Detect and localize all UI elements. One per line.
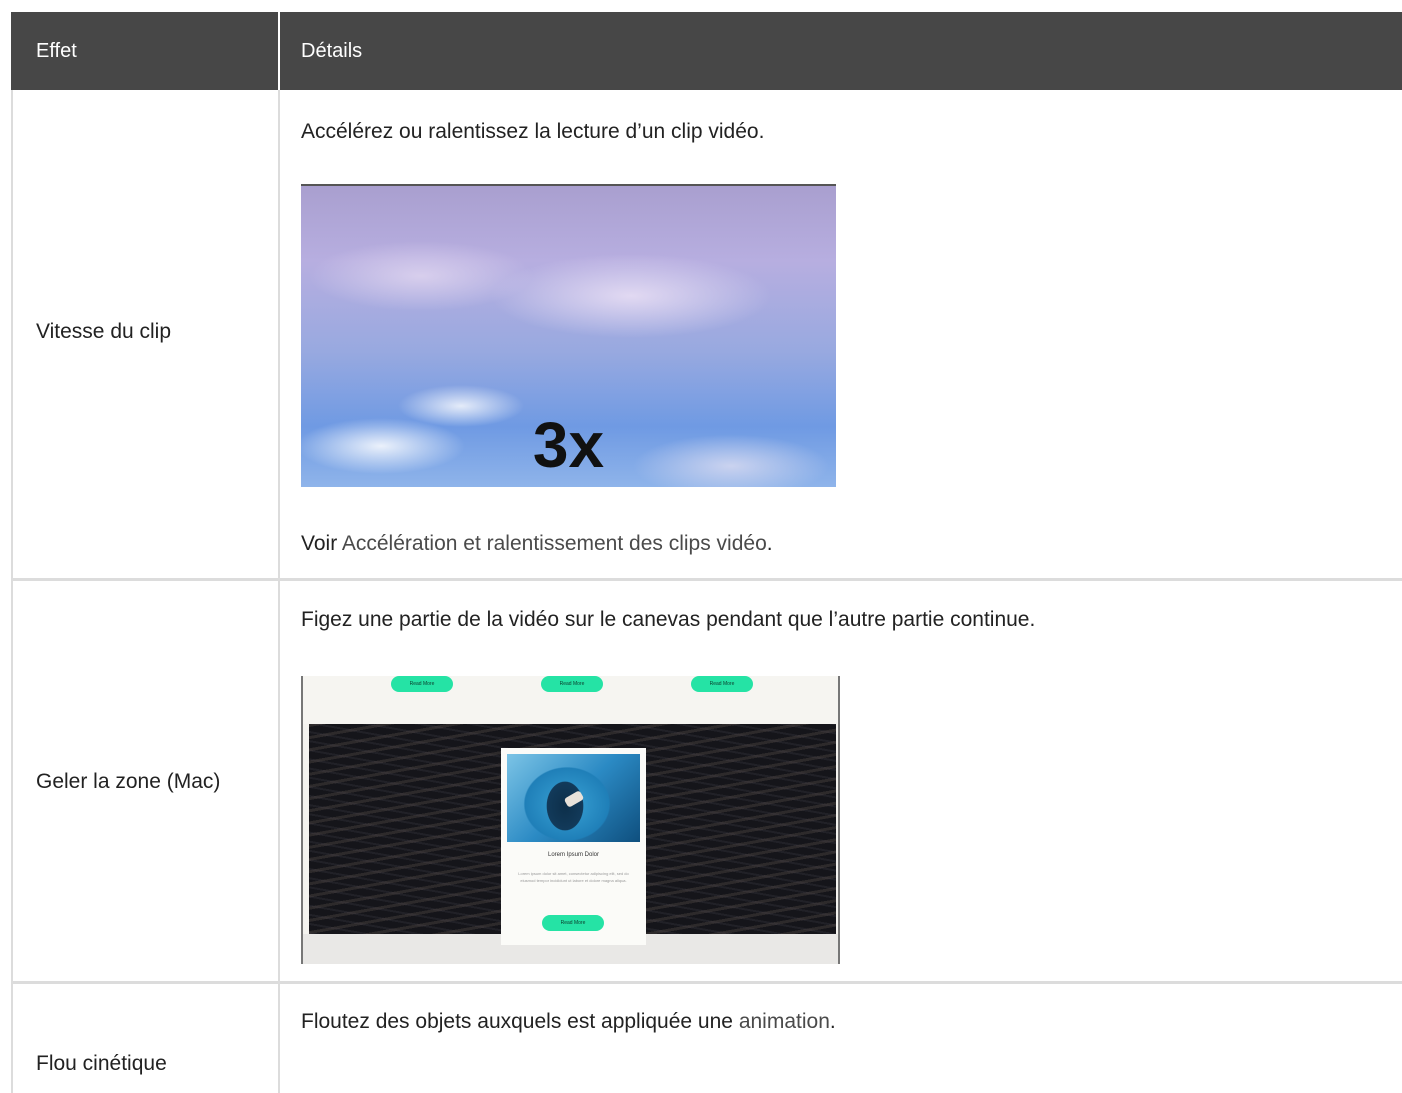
see-link-clip-speed[interactable]: Accélération et ralentissement des clips…: [342, 532, 767, 555]
card-text: Lorem ipsum dolor sit amet, consectetur …: [518, 871, 629, 883]
row-effect-freeze-region: Geler la zone (Mac): [36, 770, 221, 793]
header-details: Détails: [301, 40, 363, 62]
read-more-pill: Read More: [541, 676, 603, 692]
header-effect: Effet: [36, 40, 77, 62]
column-divider: [278, 90, 280, 1093]
clip-speed-animation: 3x: [301, 184, 836, 487]
read-more-pill: Read More: [391, 676, 453, 692]
table-left-border: [11, 90, 13, 1093]
freeze-top-band: Read More Read More Read More: [303, 676, 838, 724]
see-suffix: .: [766, 532, 773, 555]
row-divider: [11, 981, 1402, 984]
see-line-clip-speed: Voir Accélération et ralentissement des …: [301, 532, 773, 556]
row-divider: [11, 578, 1402, 581]
card-read-more-pill: Read More: [542, 915, 604, 931]
motion-blur-suffix: .: [829, 1010, 836, 1033]
content-card: Lorem Ipsum Dolor Lorem ipsum dolor sit …: [501, 748, 646, 945]
motion-blur-text: Floutez des objets auxquels est appliqué…: [301, 1010, 733, 1033]
animation-link[interactable]: animation: [739, 1010, 830, 1033]
table-header: Effet Détails: [11, 12, 1402, 90]
card-title: Lorem Ipsum Dolor: [547, 852, 600, 858]
freeze-region-animation: Read More Read More Read More Lorem Ipsu…: [301, 676, 840, 964]
row-effect-motion-blur: Flou cinétique: [36, 1052, 167, 1075]
row-description-clip-speed: Accélérez ou ralentissez la lecture d’un…: [301, 120, 765, 143]
read-more-pill: Read More: [691, 676, 753, 692]
surf-wave-image: [507, 754, 640, 842]
speed-label: 3x: [532, 409, 605, 481]
row-effect-clip-speed: Vitesse du clip: [36, 320, 172, 343]
header-divider: [278, 12, 280, 90]
effects-table: Effet Détails Vitesse du clip Accélérez …: [11, 12, 1402, 1093]
see-prefix: Voir: [301, 532, 338, 555]
row-description-motion-blur: Floutez des objets auxquels est appliqué…: [301, 1010, 836, 1034]
row-description-freeze-region: Figez une partie de la vidéo sur le cane…: [301, 608, 1036, 631]
surfer-figure: [563, 790, 585, 808]
